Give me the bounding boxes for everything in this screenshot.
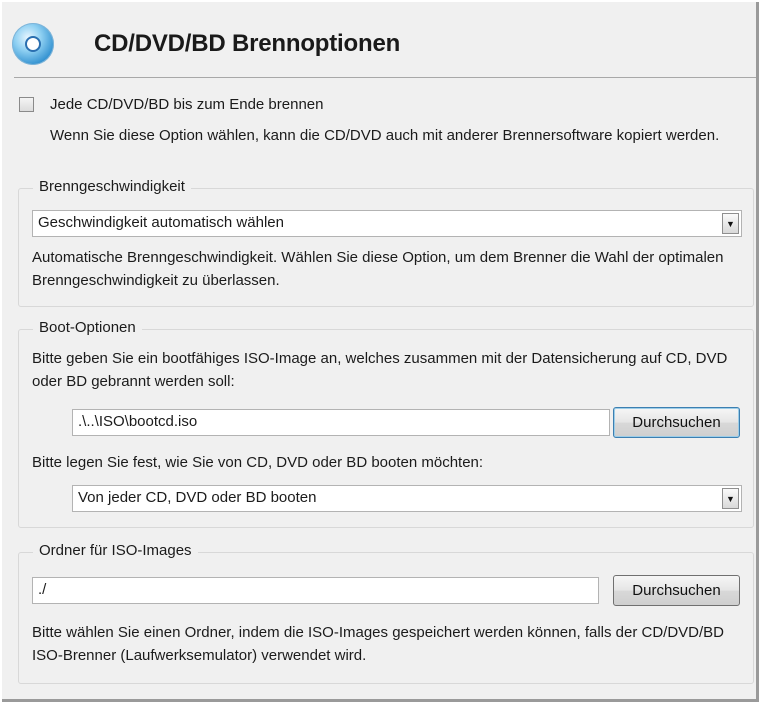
burn-to-end-description: Wenn Sie diese Option wählen, kann die C… — [50, 127, 720, 144]
burn-speed-description: Automatische Brenngeschwindigkeit. Wähle… — [32, 249, 724, 289]
burn-speed-select[interactable]: Geschwindigkeit automatisch wählen ▼ — [32, 210, 742, 237]
boot-iso-prompt: Bitte geben Sie ein bootfähiges ISO-Imag… — [32, 350, 728, 390]
burn-options-panel: CD/DVD/BD Brennoptionen Jede CD/DVD/BD b… — [2, 2, 759, 702]
iso-folder-description: Bitte wählen Sie einen Ordner, indem die… — [32, 624, 725, 664]
burn-speed-legend: Brenngeschwindigkeit — [33, 178, 191, 195]
burn-speed-group: Brenngeschwindigkeit Geschwindigkeit aut… — [18, 178, 754, 307]
iso-folder-browse-button[interactable]: Durchsuchen — [613, 575, 740, 606]
boot-iso-path-input[interactable]: .\..\ISO\bootcd.iso — [72, 409, 610, 436]
page-title: CD/DVD/BD Brennoptionen — [94, 30, 401, 57]
boot-mode-select[interactable]: Von jeder CD, DVD oder BD booten ▼ — [72, 485, 742, 512]
header-divider — [14, 77, 756, 78]
chevron-down-icon[interactable]: ▼ — [722, 488, 739, 509]
boot-options-group: Boot-Optionen Bitte geben Sie ein bootfä… — [18, 319, 754, 528]
iso-folder-path-input[interactable]: ./ — [32, 577, 599, 604]
burn-to-end-label[interactable]: Jede CD/DVD/BD bis zum Ende brennen — [50, 96, 323, 113]
boot-options-legend: Boot-Optionen — [33, 319, 142, 336]
header: CD/DVD/BD Brennoptionen — [2, 2, 759, 82]
chevron-down-icon[interactable]: ▼ — [722, 213, 739, 234]
boot-iso-browse-button[interactable]: Durchsuchen — [613, 407, 740, 438]
iso-folder-legend: Ordner für ISO-Images — [33, 542, 198, 559]
burn-speed-selected: Geschwindigkeit automatisch wählen — [38, 214, 284, 231]
boot-mode-selected: Von jeder CD, DVD oder BD booten — [78, 489, 317, 506]
iso-folder-group: Ordner für ISO-Images ./ Durchsuchen Bit… — [18, 542, 754, 684]
burn-to-end-checkbox[interactable] — [19, 97, 34, 112]
disc-icon — [12, 23, 54, 65]
boot-mode-prompt: Bitte legen Sie fest, wie Sie von CD, DV… — [32, 454, 484, 471]
